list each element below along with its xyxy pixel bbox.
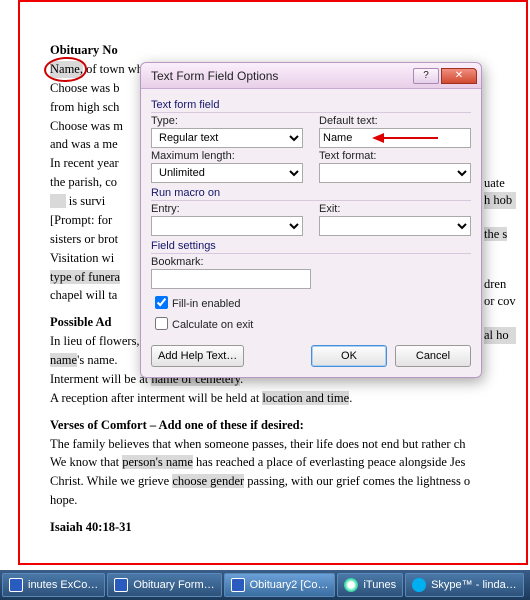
- label-default-text: Default text:: [319, 115, 471, 127]
- word-icon: [231, 578, 245, 592]
- group-field-settings: Field settings: [151, 240, 471, 254]
- fillin-checkbox-label[interactable]: Fill-in enabled: [151, 293, 471, 312]
- word-icon: [114, 578, 128, 592]
- text: has reached a place of everlasting peace…: [193, 455, 465, 469]
- text: chapel will ta: [50, 288, 117, 302]
- word-icon: [9, 578, 23, 592]
- text: [Prompt: for: [50, 213, 112, 227]
- text-form-field-options-dialog: Text Form Field Options ? ✕ Text form fi…: [140, 62, 482, 378]
- text: 's name.: [77, 353, 117, 367]
- max-length-select[interactable]: Unlimited: [151, 163, 303, 183]
- label-type: Type:: [151, 115, 303, 127]
- itunes-icon: [344, 578, 358, 592]
- help-icon[interactable]: ?: [413, 68, 439, 84]
- text: A reception after interment will be held…: [50, 391, 262, 405]
- label-text-format: Text format:: [319, 150, 471, 162]
- cancel-button[interactable]: Cancel: [395, 345, 471, 367]
- heading-isaiah: Isaiah 40:18-31: [50, 519, 516, 536]
- close-icon[interactable]: ✕: [441, 68, 477, 84]
- exit-select[interactable]: [319, 216, 471, 236]
- text: passing, with our grief comes the lightn…: [244, 474, 470, 488]
- text: The family believes that when someone pa…: [50, 436, 516, 453]
- person-name-field[interactable]: person's name: [122, 455, 193, 469]
- funeral-type-field[interactable]: type of funera: [50, 270, 120, 284]
- type-select[interactable]: Regular text: [151, 128, 303, 148]
- text: is survi: [66, 194, 106, 208]
- taskbar-item[interactable]: iTunes: [337, 573, 403, 597]
- text: sisters or brot: [50, 232, 118, 246]
- text: Christ. While we grieve: [50, 474, 172, 488]
- text: We know that: [50, 455, 122, 469]
- text: Interment will be at: [50, 372, 151, 386]
- taskbar-item[interactable]: Obituary Form…: [107, 573, 221, 597]
- taskbar-item[interactable]: inutes ExCo…: [2, 573, 105, 597]
- label-exit: Exit:: [319, 203, 471, 215]
- dialog-titlebar[interactable]: Text Form Field Options ? ✕: [141, 63, 481, 89]
- heading-verses: Verses of Comfort – Add one of these if …: [50, 417, 516, 434]
- default-text-input[interactable]: [319, 128, 471, 148]
- text: Choose was m: [50, 119, 123, 133]
- add-help-text-button[interactable]: Add Help Text…: [151, 345, 244, 367]
- text: the parish, co: [50, 175, 117, 189]
- label-entry: Entry:: [151, 203, 303, 215]
- group-run-macro: Run macro on: [151, 187, 471, 201]
- taskbar-item[interactable]: Skype™ - linda…: [405, 573, 524, 597]
- text-format-select[interactable]: [319, 163, 471, 183]
- location-time-field[interactable]: location and time: [262, 391, 349, 405]
- ok-button[interactable]: OK: [311, 345, 387, 367]
- text: and was a me: [50, 137, 118, 151]
- text: Choose was b: [50, 81, 119, 95]
- text: Visitation wi: [50, 251, 114, 265]
- blank-field[interactable]: [50, 194, 66, 208]
- text: from high sch: [50, 100, 119, 114]
- taskbar: inutes ExCo… Obituary Form… Obituary2 [C…: [0, 570, 530, 600]
- label-max-length: Maximum length:: [151, 150, 303, 162]
- gender-field[interactable]: choose gender: [172, 474, 244, 488]
- label-bookmark: Bookmark:: [151, 256, 311, 268]
- dialog-title: Text Form Field Options: [151, 69, 411, 83]
- entry-select[interactable]: [151, 216, 303, 236]
- group-text-form-field: Text form field: [151, 99, 471, 113]
- name-field[interactable]: Name,: [50, 61, 83, 78]
- calculate-checkbox[interactable]: [155, 317, 168, 330]
- heading-obituary: Obituary No: [50, 42, 516, 59]
- overflow-text: uate h hob the s dren or cov al ho: [484, 175, 516, 344]
- taskbar-item-active[interactable]: Obituary2 [Co…: [224, 573, 336, 597]
- fillin-checkbox[interactable]: [155, 296, 168, 309]
- skype-icon: [412, 578, 426, 592]
- bookmark-input[interactable]: [151, 269, 311, 289]
- calculate-checkbox-label[interactable]: Calculate on exit: [151, 314, 471, 333]
- text: In recent year: [50, 156, 119, 170]
- text: hope.: [50, 492, 516, 509]
- name2-field[interactable]: name: [50, 353, 77, 367]
- text: .: [349, 391, 352, 405]
